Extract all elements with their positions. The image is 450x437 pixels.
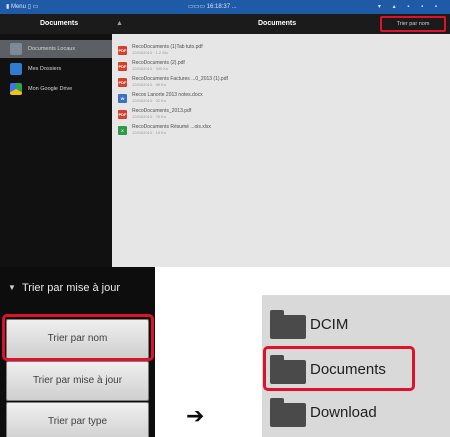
pdf-file-icon: PDF (118, 62, 127, 71)
sort-by-name-button[interactable]: Trier par nom (380, 16, 446, 32)
list-item[interactable]: Download (262, 393, 450, 433)
sort-by-type-button[interactable]: Trier par type (6, 402, 149, 437)
sidebar-title: Documents (40, 20, 79, 27)
list-item[interactable]: PDF RecoDocuments_2013.pdf 12/03/2013 · … (112, 108, 450, 121)
file-meta: 12/03/2013 · 98 Ko (132, 82, 167, 87)
page-title: Documents (258, 20, 297, 27)
file-meta: 12/03/2013 · 18 Ko (132, 130, 167, 135)
list-item[interactable]: X RecoDocuments Résumé ...ois.xlsx 12/03… (112, 124, 450, 137)
status-bar: ▮ Menu ▯ ▭ ▭▭▭ 16:18:37 ... ▾ ▴ ▪ ▪ ▪ (0, 0, 450, 14)
sidebar-item-google-drive[interactable]: Mon Google Drive (0, 80, 112, 98)
google-drive-icon (10, 83, 22, 95)
sort-by-update-button[interactable]: Trier par mise à jour (6, 361, 149, 401)
folder-icon (270, 398, 306, 427)
sidebar-item-label: Mon Google Drive (28, 86, 73, 92)
pdf-file-icon: PDF (118, 78, 127, 87)
file-meta: 12/03/2013 · 75 Ko (132, 114, 167, 119)
pdf-file-icon: PDF (118, 46, 127, 55)
list-item[interactable]: PDF RecoDocuments Factures ...0_2013 (1)… (112, 76, 450, 89)
status-clock: ▭▭▭ 16:18:37 ... (188, 4, 237, 10)
highlight-documents-folder (263, 346, 415, 391)
list-item[interactable]: DCIM (262, 305, 450, 345)
dropdown-triangle-icon: ▼ (8, 283, 16, 292)
status-icons: ▾ ▴ ▪ ▪ ▪ (377, 4, 442, 10)
sidebar: Documents Locaux Mes Dossiers Mon Google… (0, 34, 112, 267)
folder-name: Download (310, 404, 377, 421)
folder-icon (270, 310, 306, 339)
file-meta: 12/03/2013 · 22 Ko (132, 98, 167, 103)
pdf-file-icon: PDF (118, 110, 127, 119)
highlight-sort-by-name (2, 314, 154, 361)
file-meta: 12/03/2013 · 1.2 Mo (132, 50, 168, 55)
folder-name: DCIM (310, 316, 349, 333)
tutorial-composite: ▮ Menu ▯ ▭ ▭▭▭ 16:18:37 ... ▾ ▴ ▪ ▪ ▪ Do… (0, 0, 450, 437)
dropbox-icon (10, 63, 22, 75)
status-left: ▮ Menu ▯ ▭ (6, 4, 39, 10)
action-bar: Documents ▲ Documents Trier par nom (0, 14, 450, 34)
tablet-screenshot: ▮ Menu ▯ ▭ ▭▭▭ 16:18:37 ... ▾ ▴ ▪ ▪ ▪ Do… (0, 0, 450, 267)
word-file-icon: W (118, 94, 127, 103)
tablet-icon (10, 43, 22, 55)
sidebar-item-label: Documents Locaux (28, 46, 76, 52)
next-step-arrow-icon: ➔ (186, 404, 205, 429)
file-meta: 12/03/2013 · 340 Ko (132, 66, 169, 71)
list-item[interactable]: PDF RecoDocuments (2).pdf 12/03/2013 · 3… (112, 60, 450, 73)
file-list: PDF RecoDocuments (1)Tab tuto.pdf 12/03/… (112, 34, 450, 267)
excel-file-icon: X (118, 126, 127, 135)
collapse-arrow-icon[interactable]: ▲ (116, 14, 123, 34)
sidebar-item-label: Mes Dossiers (28, 66, 62, 72)
list-item[interactable]: PDF RecoDocuments (1)Tab tuto.pdf 12/03/… (112, 44, 450, 57)
sidebar-item-dropbox[interactable]: Mes Dossiers (0, 60, 112, 78)
sort-menu-title: Trier par mise à jour (22, 282, 121, 294)
sort-menu-header[interactable]: ▼ Trier par mise à jour (0, 267, 155, 309)
list-item[interactable]: W Recos Lanorte 2013 notes.docx 12/03/20… (112, 92, 450, 105)
sidebar-item-local-documents[interactable]: Documents Locaux (0, 40, 112, 58)
